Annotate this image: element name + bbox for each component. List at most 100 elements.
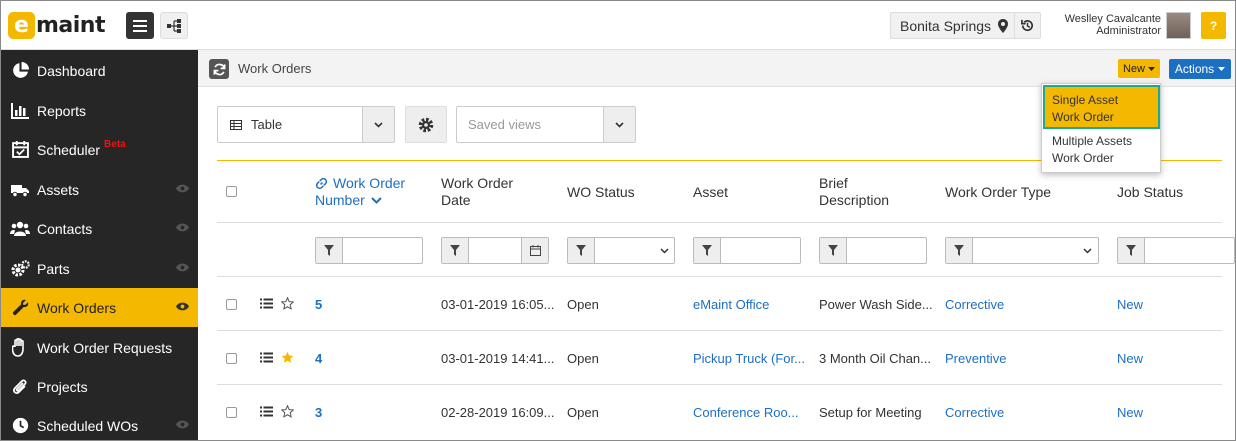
wo-status: Open [567,297,599,312]
user-role: Administrator [1096,25,1161,37]
divider [217,276,1222,277]
menu-item-multiple-assets-work-order[interactable]: Multiple Assets Work Order [1052,133,1132,167]
filter-work-order-number[interactable] [315,237,423,264]
star-filled-icon[interactable] [281,351,294,364]
sidebar-item-work-order-requests[interactable]: Work Order Requests [1,328,198,367]
filter-icon [694,238,721,263]
work-order-type-link[interactable]: Preventive [945,351,1006,366]
asset-link[interactable]: Conference Roo... [693,405,799,420]
history-button[interactable] [1014,12,1041,39]
users-icon [10,219,30,239]
star-outline-icon[interactable] [281,405,294,418]
wo-status: Open [567,351,599,366]
column-header-work-order-type[interactable]: Work Order Type [945,184,1051,201]
eye-icon[interactable] [176,420,189,429]
filter-brief-description[interactable] [819,237,927,264]
sidebar-item-scheduled-wos[interactable]: Scheduled WOs [1,406,198,440]
column-header-job-status[interactable]: Job Status [1117,184,1183,201]
location-selector[interactable]: Bonita Springs [890,12,1019,39]
bar-chart-icon [10,101,30,121]
row-checkbox[interactable] [226,299,237,310]
divider [217,222,1222,223]
list-icon[interactable] [260,352,273,363]
job-status-link[interactable]: New [1117,297,1143,312]
menu-toggle-button[interactable] [126,12,154,39]
work-order-number-link[interactable]: 3 [315,405,322,420]
column-header-brief-description[interactable]: Brief Description [819,175,889,209]
filter-work-order-date[interactable] [441,237,549,264]
asset-link[interactable]: Pickup Truck (For... [693,351,805,366]
sidebar-item-label: Dashboard [37,62,106,79]
avatar[interactable] [1166,12,1191,39]
select-all-checkbox[interactable] [226,186,237,197]
filter-wo-status[interactable] [567,237,675,264]
sidebar-item-label: Reports [37,102,87,119]
star-outline-icon[interactable] [281,297,294,310]
eye-icon[interactable] [176,302,189,311]
saved-views-select[interactable]: Saved views [456,106,636,143]
actions-button[interactable]: Actions [1169,59,1231,79]
menu-item-label: Multiple Assets [1052,134,1133,148]
emaint-logo[interactable]: e maint [8,11,106,39]
work-order-number-link[interactable]: 4 [315,351,322,366]
filter-job-status[interactable] [1117,237,1235,264]
filter-icon [442,238,469,263]
eye-icon[interactable] [176,184,189,193]
hierarchy-button[interactable] [160,12,188,39]
job-status-link[interactable]: New [1117,351,1143,366]
work-order-type-link[interactable]: Corrective [945,297,1004,312]
logo-mark: e [8,11,35,39]
menu-item-label: Work Order [1052,151,1114,165]
list-icon[interactable] [260,298,273,309]
sidebar-item-scheduler[interactable]: Scheduler Beta [1,130,198,169]
job-status-link[interactable]: New [1117,405,1143,420]
sidebar-item-label: Scheduler [37,141,101,158]
actions-button-label: Actions [1174,62,1215,76]
filter-asset[interactable] [693,237,801,264]
brief-description: Power Wash Side... [819,297,933,312]
row-checkbox[interactable] [226,407,237,418]
sidebar-item-label: Projects [37,378,88,395]
column-header-label: Work Order [441,175,514,191]
new-button[interactable]: New [1118,59,1160,78]
table-settings-button[interactable] [405,106,447,143]
column-header-asset[interactable]: Asset [693,184,728,201]
row-checkbox[interactable] [226,353,237,364]
app-window: e maint Bonita Springs Weslley Cavalcant… [0,0,1236,441]
sidebar-item-dashboard[interactable]: Dashboard [1,51,198,90]
divider [217,384,1222,385]
work-order-number-link[interactable]: 5 [315,297,322,312]
gear-icon [418,117,434,132]
caret-down-icon [1148,66,1155,71]
asset-link[interactable]: eMaint Office [693,297,769,312]
filter-work-order-type[interactable] [945,237,1099,264]
column-header-label: Job Status [1117,184,1184,200]
sidebar-item-assets[interactable]: Assets [1,170,198,209]
list-icon[interactable] [260,406,273,417]
hand-icon [10,338,30,358]
eye-icon[interactable] [176,223,189,232]
filter-icon [316,238,343,263]
sidebar-item-projects[interactable]: Projects [1,367,198,406]
filter-icon [1118,238,1145,263]
menu-item-single-asset-work-order[interactable]: Single Asset Work Order [1043,85,1160,129]
location-label: Bonita Springs [900,17,992,34]
sidebar-item-work-orders[interactable]: Work Orders [1,288,198,327]
column-header-work-order-date[interactable]: Work Order Date [441,175,513,209]
calendar-icon[interactable] [521,238,548,263]
column-header-label: Work Order [333,175,406,191]
divider [217,330,1222,331]
brief-description: 3 Month Oil Chan... [819,351,931,366]
column-header-work-order-number[interactable]: Work Order Number [315,175,405,209]
work-order-type-link[interactable]: Corrective [945,405,1004,420]
sidebar-item-contacts[interactable]: Contacts [1,209,198,248]
sidebar-item-reports[interactable]: Reports [1,91,198,130]
user-info[interactable]: Weslley Cavalcante Administrator [1065,13,1161,37]
view-type-select[interactable]: Table [217,106,395,143]
sidebar-item-parts[interactable]: Parts [1,249,198,288]
help-button[interactable]: ? [1201,12,1226,39]
column-header-wo-status[interactable]: WO Status [567,184,635,201]
sidebar-item-label: Work Orders [37,299,117,316]
refresh-button[interactable] [209,59,229,79]
eye-icon[interactable] [176,263,189,272]
